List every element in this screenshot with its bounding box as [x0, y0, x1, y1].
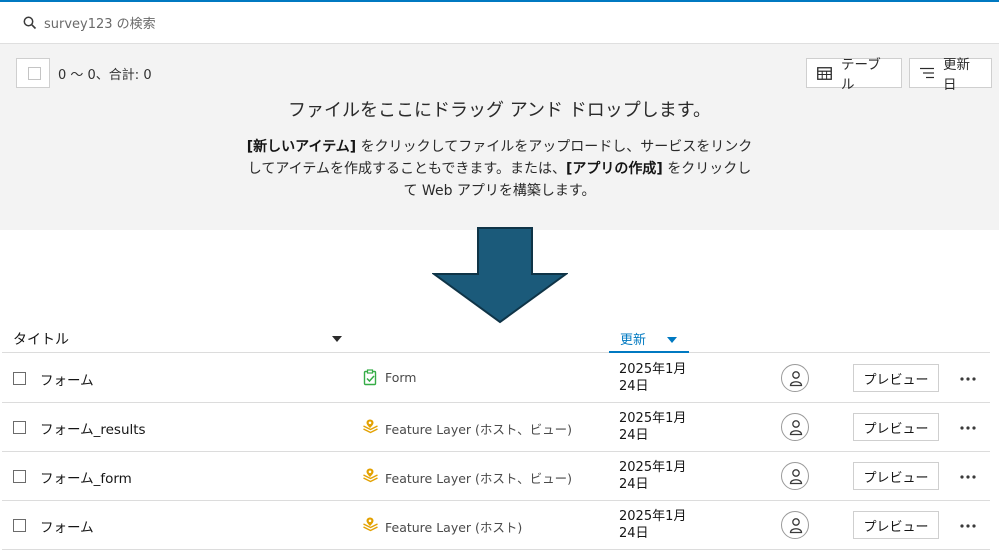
chevron-down-icon	[667, 337, 677, 343]
create-app-link: [アプリの作成]	[565, 161, 663, 177]
desc-line2-rest: をクリックし	[662, 161, 752, 177]
item-title[interactable]: フォーム_form	[40, 467, 132, 487]
sort-icon	[920, 67, 934, 79]
column-title[interactable]: タイトル	[13, 329, 69, 349]
table-view-label: テーブル	[841, 57, 881, 93]
item-date: 2025年1月 24日	[619, 411, 687, 443]
search-icon	[23, 16, 37, 30]
search-input[interactable]: survey123 の検索	[44, 13, 156, 32]
owner-avatar[interactable]	[781, 511, 809, 539]
drop-zone-title: ファイルをここにドラッグ アンド ドロップします。	[288, 100, 711, 121]
preview-button[interactable]: プレビュー	[853, 413, 939, 441]
table-row[interactable]: フォーム Feature Layer (ホスト) 2025年1月 24日 プレビュ…	[2, 501, 990, 550]
item-date: 2025年1月 24日	[619, 460, 687, 492]
drop-zone-description: [新しいアイテム] をクリックしてファイルをアップロードし、サービスをリンク し…	[0, 136, 999, 202]
table-row[interactable]: フォーム Form 2025年1月 24日 プレビュー	[2, 354, 990, 403]
desc-line2: してアイテムを作成することもできます。または、	[247, 161, 566, 177]
feature-layer-icon	[363, 517, 378, 532]
select-all-checkbox[interactable]	[16, 58, 50, 88]
sort-label: 更新日	[943, 57, 970, 93]
owner-avatar[interactable]	[781, 364, 809, 392]
row-checkbox[interactable]	[13, 421, 26, 434]
table-view-button[interactable]: テーブル	[806, 57, 902, 93]
result-count: 0 〜 0、合計: 0	[58, 68, 152, 83]
down-arrow-icon	[432, 227, 568, 324]
table-row[interactable]: フォーム_results Feature Layer (ホスト、ビュー) 202…	[2, 403, 990, 452]
row-checkbox[interactable]	[13, 372, 26, 385]
table-icon	[817, 66, 832, 80]
row-checkbox[interactable]	[13, 470, 26, 483]
form-icon	[363, 369, 377, 386]
feature-layer-icon	[363, 468, 378, 483]
search-bar[interactable]: survey123 の検索	[0, 0, 999, 44]
owner-avatar[interactable]	[781, 462, 809, 490]
column-updated-label: 更新	[620, 333, 647, 348]
item-type: Feature Layer (ホスト、ビュー)	[385, 422, 573, 437]
table-row[interactable]: フォーム_form Feature Layer (ホスト、ビュー) 2025年1…	[2, 452, 990, 501]
item-type: Feature Layer (ホスト、ビュー)	[385, 471, 573, 486]
desc-line1: をクリックしてファイルをアップロードし、サービスをリンク	[356, 139, 753, 155]
table-header: タイトル 更新	[2, 322, 990, 353]
user-icon	[789, 371, 803, 387]
chevron-down-icon[interactable]	[332, 336, 342, 342]
user-icon	[789, 420, 803, 436]
drop-zone[interactable]: 0 〜 0、合計: 0 テーブル 更新日 ファイルをここにドラッグ アンド ドロ…	[0, 44, 999, 230]
item-title[interactable]: フォーム_results	[40, 418, 146, 438]
preview-button[interactable]: プレビュー	[853, 462, 939, 490]
desc-line3: て Web アプリを構築します。	[403, 183, 596, 199]
preview-button[interactable]: プレビュー	[853, 364, 939, 392]
more-options-icon[interactable]	[959, 425, 977, 431]
user-icon	[789, 469, 803, 485]
item-date: 2025年1月 24日	[619, 362, 687, 394]
item-type: Form	[385, 370, 417, 385]
new-item-link: [新しいアイテム]	[246, 139, 357, 155]
sort-button[interactable]: 更新日	[909, 57, 992, 93]
preview-button[interactable]: プレビュー	[853, 511, 939, 539]
item-type: Feature Layer (ホスト)	[385, 520, 523, 535]
more-options-icon[interactable]	[959, 523, 977, 529]
item-title[interactable]: フォーム	[40, 369, 94, 389]
item-date: 2025年1月 24日	[619, 509, 687, 541]
user-icon	[789, 518, 803, 534]
feature-layer-icon	[363, 419, 378, 434]
owner-avatar[interactable]	[781, 413, 809, 441]
item-title[interactable]: フォーム	[40, 516, 94, 536]
column-updated[interactable]: 更新	[609, 322, 689, 353]
row-checkbox[interactable]	[13, 519, 26, 532]
more-options-icon[interactable]	[959, 474, 977, 480]
more-options-icon[interactable]	[959, 376, 977, 382]
